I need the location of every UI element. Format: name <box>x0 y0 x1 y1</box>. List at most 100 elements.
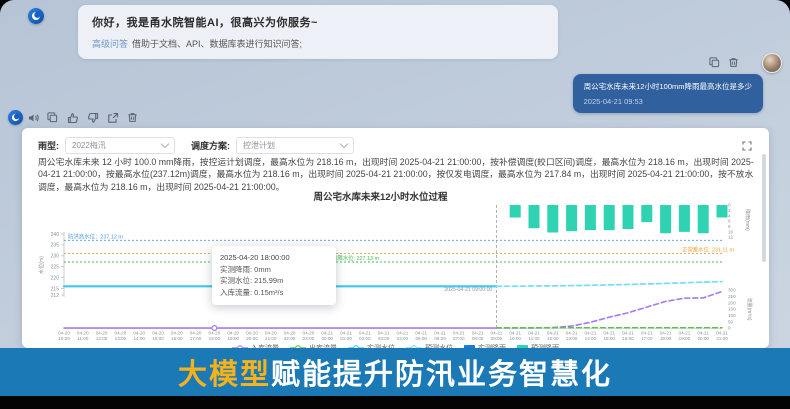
trash-icon[interactable] <box>126 111 139 124</box>
plan-select[interactable]: 控泄计划 <box>236 137 354 154</box>
svg-text:04-2018:00: 04-2018:00 <box>209 331 221 342</box>
sound-icon[interactable] <box>26 111 39 124</box>
svg-text:250: 250 <box>728 294 736 299</box>
svg-text:04-2119:00: 04-2119:00 <box>679 331 691 342</box>
svg-text:04-2117:00: 04-2117:00 <box>641 331 653 342</box>
assistant-logo-icon <box>11 113 20 122</box>
user-message-text: 周公宅水库未来12小时100mm降雨最高水位是多少 <box>584 81 752 92</box>
svg-text:04-2108:00: 04-2108:00 <box>472 331 484 342</box>
svg-text:2: 2 <box>728 208 731 213</box>
tooltip-row: 实测水位: 215.99m <box>220 275 328 287</box>
qa-mode-badge[interactable]: 高级问答 <box>92 39 128 49</box>
svg-text:6: 6 <box>728 219 731 224</box>
svg-text:200: 200 <box>728 300 736 305</box>
assistant-avatar <box>28 8 44 24</box>
chart-tooltip: 2025-04-20 18:00:00 实测降雨: 0mm 实测水位: 215.… <box>212 246 336 305</box>
thumbs-down-icon[interactable] <box>86 111 99 124</box>
svg-text:04-2105:00: 04-2105:00 <box>415 331 427 342</box>
svg-text:水位(m): 水位(m) <box>37 256 45 274</box>
rain-type-select[interactable]: 2022梅汛 <box>65 137 175 154</box>
plan-value: 控泄计划 <box>243 140 275 151</box>
svg-text:04-2011:00: 04-2011:00 <box>77 331 89 342</box>
tooltip-row: 入库流量: 0.15m³/s <box>220 287 328 299</box>
chevron-down-icon <box>161 140 169 148</box>
svg-text:235: 235 <box>51 243 60 249</box>
user-avatar[interactable] <box>762 53 782 73</box>
svg-text:04-2110:00: 04-2110:00 <box>509 331 521 342</box>
panel-scrollbar[interactable] <box>762 154 766 262</box>
rain-type-value: 2022梅汛 <box>72 140 106 151</box>
svg-text:04-2120:00: 04-2120:00 <box>697 331 709 342</box>
tooltip-row: 实测降雨: 0mm <box>220 264 328 276</box>
user-bubble: 周公宅水库未来12小时100mm降雨最高水位是多少 2025-04-21 09:… <box>573 74 763 113</box>
user-message-toolbar <box>708 56 740 69</box>
svg-text:04-2022:00: 04-2022:00 <box>284 331 296 342</box>
svg-text:04-2111:00: 04-2111:00 <box>528 331 540 342</box>
svg-text:2025-04-21 09:00:00: 2025-04-21 09:00:00 <box>444 287 492 293</box>
svg-text:04-2016:00: 04-2016:00 <box>171 331 183 342</box>
banner-highlight: 大模型 <box>178 359 271 391</box>
plan-label: 调度方案: <box>191 139 230 152</box>
svg-text:212: 212 <box>51 293 60 299</box>
tooltip-time: 2025-04-20 18:00:00 <box>220 252 328 264</box>
svg-text:04-2100:00: 04-2100:00 <box>321 331 333 342</box>
banner-rest: 赋能提升防汛业务智慧化 <box>271 359 612 391</box>
greeting-title: 你好，我是甬水院智能AI，很高兴为你服务~ <box>92 14 544 30</box>
trash-icon[interactable] <box>727 56 740 69</box>
summary-text: 周公宅水库未来 12 小时 100.0 mm降雨，按控运计划调度，最高水位为 2… <box>38 156 755 193</box>
svg-text:04-2109:00: 04-2109:00 <box>491 331 503 342</box>
assistant-logo-icon <box>31 11 41 21</box>
svg-text:04-2010:00: 04-2010:00 <box>58 331 70 342</box>
answer-panel: 雨型: 2022梅汛 调度方案: 控泄计划 周公宅水库未来 12 小时 100.… <box>22 128 769 348</box>
svg-text:300: 300 <box>728 288 736 293</box>
svg-text:04-2116:00: 04-2116:00 <box>622 331 634 342</box>
svg-text:04-2023:00: 04-2023:00 <box>303 331 315 342</box>
svg-text:降雨(mm): 降雨(mm) <box>744 209 751 231</box>
svg-text:04-2113:00: 04-2113:00 <box>566 331 578 342</box>
copy-icon[interactable] <box>708 56 721 69</box>
svg-text:04-2104:00: 04-2104:00 <box>397 331 409 342</box>
svg-text:0: 0 <box>728 203 731 208</box>
copy-icon[interactable] <box>46 111 59 124</box>
qa-mode-description: 借助于文档、API、数据库表进行知识问答; <box>132 39 302 49</box>
svg-text:0: 0 <box>728 326 731 331</box>
svg-text:04-2102:00: 04-2102:00 <box>359 331 371 342</box>
svg-text:04-2112:00: 04-2112:00 <box>547 331 559 342</box>
svg-text:240: 240 <box>51 232 60 238</box>
svg-text:225: 225 <box>51 264 60 270</box>
chart-svg[interactable]: 240235230225220215212水位(m)024681012降雨(mm… <box>34 199 757 345</box>
svg-text:04-2101:00: 04-2101:00 <box>340 331 352 342</box>
svg-text:220: 220 <box>51 275 60 281</box>
chevron-down-icon <box>340 140 348 148</box>
svg-text:防洪高水位：237.12 m: 防洪高水位：237.12 m <box>68 232 123 240</box>
svg-text:04-2014:00: 04-2014:00 <box>133 331 145 342</box>
svg-text:04-2017:00: 04-2017:00 <box>190 331 202 342</box>
greeting-subtitle: 高级问答借助于文档、API、数据库表进行知识问答; <box>92 37 544 50</box>
svg-text:10: 10 <box>728 229 734 234</box>
svg-text:04-2019:00: 04-2019:00 <box>227 331 239 342</box>
svg-text:04-2013:00: 04-2013:00 <box>115 331 127 342</box>
svg-text:流量(m³/s): 流量(m³/s) <box>746 297 753 320</box>
svg-text:04-2121:00: 04-2121:00 <box>716 331 728 342</box>
svg-text:正常蓄水位: 231.11 m: 正常蓄水位: 231.11 m <box>682 245 735 253</box>
assistant-avatar <box>8 110 23 125</box>
greeting-bubble: 你好，我是甬水院智能AI，很高兴为你服务~ 高级问答借助于文档、API、数据库表… <box>78 5 558 59</box>
message-time: 2025-04-21 09:53 <box>584 97 752 106</box>
thumbs-up-icon[interactable] <box>66 111 79 124</box>
svg-text:4: 4 <box>728 213 731 218</box>
controls-row: 雨型: 2022梅汛 调度方案: 控泄计划 <box>38 137 753 154</box>
svg-text:150: 150 <box>728 307 736 312</box>
fullscreen-icon[interactable] <box>740 139 753 152</box>
banner-title: 大模型赋能提升防汛业务智慧化 <box>178 351 612 393</box>
svg-text:04-2103:00: 04-2103:00 <box>378 331 390 342</box>
svg-text:04-2020:00: 04-2020:00 <box>246 331 258 342</box>
export-icon[interactable] <box>106 111 119 124</box>
rain-type-label: 雨型: <box>38 139 59 152</box>
svg-text:04-2118:00: 04-2118:00 <box>660 331 672 342</box>
bottom-black-bar <box>0 396 790 409</box>
svg-text:04-2021:00: 04-2021:00 <box>265 331 277 342</box>
svg-text:04-2012:00: 04-2012:00 <box>96 331 108 342</box>
answer-toolbar <box>26 111 139 124</box>
svg-text:04-2107:00: 04-2107:00 <box>453 331 465 342</box>
svg-text:215: 215 <box>51 286 60 292</box>
